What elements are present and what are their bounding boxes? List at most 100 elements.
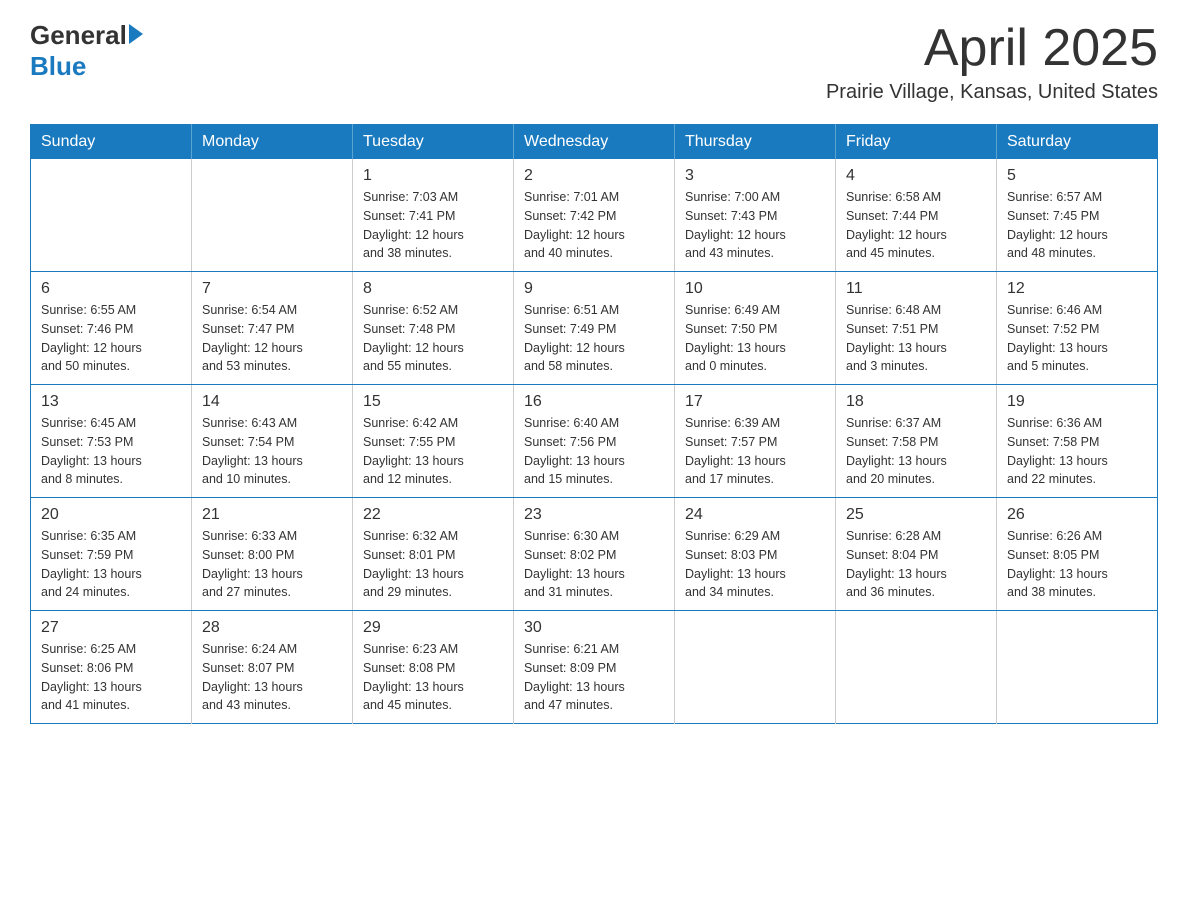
calendar-cell	[836, 611, 997, 724]
day-info: Sunrise: 6:40 AM Sunset: 7:56 PM Dayligh…	[524, 414, 664, 489]
calendar-cell: 26 Sunrise: 6:26 AM Sunset: 8:05 PM Dayli…	[997, 498, 1158, 611]
day-number: 26	[1007, 506, 1147, 524]
day-number: 4	[846, 167, 986, 185]
day-number: 18	[846, 393, 986, 411]
day-number: 10	[685, 280, 825, 298]
calendar-cell: 1 Sunrise: 7:03 AM Sunset: 7:41 PM Daylig…	[353, 159, 514, 272]
day-info: Sunrise: 6:49 AM Sunset: 7:50 PM Dayligh…	[685, 301, 825, 376]
day-number: 23	[524, 506, 664, 524]
calendar-cell: 3 Sunrise: 7:00 AM Sunset: 7:43 PM Daylig…	[675, 159, 836, 272]
calendar-header-row: SundayMondayTuesdayWednesdayThursdayFrid…	[31, 125, 1158, 160]
day-info: Sunrise: 6:28 AM Sunset: 8:04 PM Dayligh…	[846, 527, 986, 602]
calendar-title: April 2025	[826, 20, 1158, 77]
day-info: Sunrise: 6:24 AM Sunset: 8:07 PM Dayligh…	[202, 640, 342, 715]
day-number: 22	[363, 506, 503, 524]
day-info: Sunrise: 6:25 AM Sunset: 8:06 PM Dayligh…	[41, 640, 181, 715]
calendar-cell: 24Sunrise: 6:29 AM Sunset: 8:03 PM Dayli…	[675, 498, 836, 611]
calendar-cell: 27Sunrise: 6:25 AM Sunset: 8:06 PM Dayli…	[31, 611, 192, 724]
day-info: Sunrise: 6:26 AM Sunset: 8:05 PM Dayligh…	[1007, 527, 1147, 602]
day-number: 15	[363, 393, 503, 411]
calendar-cell: 19 Sunrise: 6:36 AM Sunset: 7:58 PM Dayli…	[997, 385, 1158, 498]
day-number: 16	[524, 393, 664, 411]
day-number: 17	[685, 393, 825, 411]
day-info: Sunrise: 6:23 AM Sunset: 8:08 PM Dayligh…	[363, 640, 503, 715]
calendar-subtitle: Prairie Village, Kansas, United States	[826, 81, 1158, 104]
weekday-header: Monday	[192, 125, 353, 160]
calendar-cell: 4 Sunrise: 6:58 AM Sunset: 7:44 PM Daylig…	[836, 159, 997, 272]
calendar-cell: 8Sunrise: 6:52 AM Sunset: 7:48 PM Daylig…	[353, 272, 514, 385]
day-number: 11	[846, 280, 986, 298]
day-info: Sunrise: 6:36 AM Sunset: 7:58 PM Dayligh…	[1007, 414, 1147, 489]
day-info: Sunrise: 6:21 AM Sunset: 8:09 PM Dayligh…	[524, 640, 664, 715]
day-info: Sunrise: 6:55 AM Sunset: 7:46 PM Dayligh…	[41, 301, 181, 376]
day-number: 7	[202, 280, 342, 298]
day-number: 24	[685, 506, 825, 524]
day-number: 9	[524, 280, 664, 298]
logo-blue-text: Blue	[30, 51, 143, 82]
calendar-cell: 23 Sunrise: 6:30 AM Sunset: 8:02 PM Dayli…	[514, 498, 675, 611]
calendar-cell	[675, 611, 836, 724]
calendar-cell: 17 Sunrise: 6:39 AM Sunset: 7:57 PM Dayli…	[675, 385, 836, 498]
calendar-cell: 6 Sunrise: 6:55 AM Sunset: 7:46 PM Daylig…	[31, 272, 192, 385]
calendar-cell: 11 Sunrise: 6:48 AM Sunset: 7:51 PM Dayli…	[836, 272, 997, 385]
calendar-cell: 14Sunrise: 6:43 AM Sunset: 7:54 PM Dayli…	[192, 385, 353, 498]
day-info: Sunrise: 6:42 AM Sunset: 7:55 PM Dayligh…	[363, 414, 503, 489]
day-number: 28	[202, 619, 342, 637]
day-number: 6	[41, 280, 181, 298]
calendar-cell: 29 Sunrise: 6:23 AM Sunset: 8:08 PM Dayli…	[353, 611, 514, 724]
day-info: Sunrise: 6:57 AM Sunset: 7:45 PM Dayligh…	[1007, 188, 1147, 263]
logo-general-text: General	[30, 20, 127, 51]
day-number: 5	[1007, 167, 1147, 185]
weekday-header: Friday	[836, 125, 997, 160]
weekday-header: Saturday	[997, 125, 1158, 160]
calendar-week-row: 6 Sunrise: 6:55 AM Sunset: 7:46 PM Daylig…	[31, 272, 1158, 385]
calendar-cell: 20 Sunrise: 6:35 AM Sunset: 7:59 PM Dayli…	[31, 498, 192, 611]
calendar-week-row: 1 Sunrise: 7:03 AM Sunset: 7:41 PM Daylig…	[31, 159, 1158, 272]
calendar-cell	[997, 611, 1158, 724]
calendar-cell: 16 Sunrise: 6:40 AM Sunset: 7:56 PM Dayli…	[514, 385, 675, 498]
calendar-cell: 15 Sunrise: 6:42 AM Sunset: 7:55 PM Dayli…	[353, 385, 514, 498]
day-number: 1	[363, 167, 503, 185]
calendar-cell: 13Sunrise: 6:45 AM Sunset: 7:53 PM Dayli…	[31, 385, 192, 498]
day-info: Sunrise: 6:45 AM Sunset: 7:53 PM Dayligh…	[41, 414, 181, 489]
day-info: Sunrise: 6:48 AM Sunset: 7:51 PM Dayligh…	[846, 301, 986, 376]
day-info: Sunrise: 6:30 AM Sunset: 8:02 PM Dayligh…	[524, 527, 664, 602]
calendar-cell: 5 Sunrise: 6:57 AM Sunset: 7:45 PM Daylig…	[997, 159, 1158, 272]
calendar-cell: 22Sunrise: 6:32 AM Sunset: 8:01 PM Dayli…	[353, 498, 514, 611]
day-number: 19	[1007, 393, 1147, 411]
day-number: 29	[363, 619, 503, 637]
day-info: Sunrise: 6:51 AM Sunset: 7:49 PM Dayligh…	[524, 301, 664, 376]
calendar-cell: 7 Sunrise: 6:54 AM Sunset: 7:47 PM Daylig…	[192, 272, 353, 385]
day-info: Sunrise: 6:37 AM Sunset: 7:58 PM Dayligh…	[846, 414, 986, 489]
day-info: Sunrise: 7:01 AM Sunset: 7:42 PM Dayligh…	[524, 188, 664, 263]
calendar-cell: 30 Sunrise: 6:21 AM Sunset: 8:09 PM Dayli…	[514, 611, 675, 724]
day-info: Sunrise: 7:00 AM Sunset: 7:43 PM Dayligh…	[685, 188, 825, 263]
weekday-header: Wednesday	[514, 125, 675, 160]
day-info: Sunrise: 6:58 AM Sunset: 7:44 PM Dayligh…	[846, 188, 986, 263]
day-number: 21	[202, 506, 342, 524]
logo: General Blue	[30, 20, 143, 82]
day-number: 20	[41, 506, 181, 524]
title-area: April 2025 Prairie Village, Kansas, Unit…	[826, 20, 1158, 104]
calendar-cell: 10 Sunrise: 6:49 AM Sunset: 7:50 PM Dayli…	[675, 272, 836, 385]
calendar-cell: 18 Sunrise: 6:37 AM Sunset: 7:58 PM Dayli…	[836, 385, 997, 498]
day-number: 14	[202, 393, 342, 411]
calendar-cell: 28 Sunrise: 6:24 AM Sunset: 8:07 PM Dayli…	[192, 611, 353, 724]
day-info: Sunrise: 7:03 AM Sunset: 7:41 PM Dayligh…	[363, 188, 503, 263]
day-info: Sunrise: 6:46 AM Sunset: 7:52 PM Dayligh…	[1007, 301, 1147, 376]
calendar-cell: 2 Sunrise: 7:01 AM Sunset: 7:42 PM Daylig…	[514, 159, 675, 272]
calendar-cell	[31, 159, 192, 272]
day-number: 12	[1007, 280, 1147, 298]
day-info: Sunrise: 6:52 AM Sunset: 7:48 PM Dayligh…	[363, 301, 503, 376]
calendar-cell: 25Sunrise: 6:28 AM Sunset: 8:04 PM Dayli…	[836, 498, 997, 611]
day-number: 30	[524, 619, 664, 637]
calendar-cell: 9 Sunrise: 6:51 AM Sunset: 7:49 PM Daylig…	[514, 272, 675, 385]
calendar-week-row: 27Sunrise: 6:25 AM Sunset: 8:06 PM Dayli…	[31, 611, 1158, 724]
day-info: Sunrise: 6:35 AM Sunset: 7:59 PM Dayligh…	[41, 527, 181, 602]
weekday-header: Tuesday	[353, 125, 514, 160]
day-info: Sunrise: 6:54 AM Sunset: 7:47 PM Dayligh…	[202, 301, 342, 376]
day-info: Sunrise: 6:39 AM Sunset: 7:57 PM Dayligh…	[685, 414, 825, 489]
day-number: 2	[524, 167, 664, 185]
day-number: 3	[685, 167, 825, 185]
calendar-cell	[192, 159, 353, 272]
